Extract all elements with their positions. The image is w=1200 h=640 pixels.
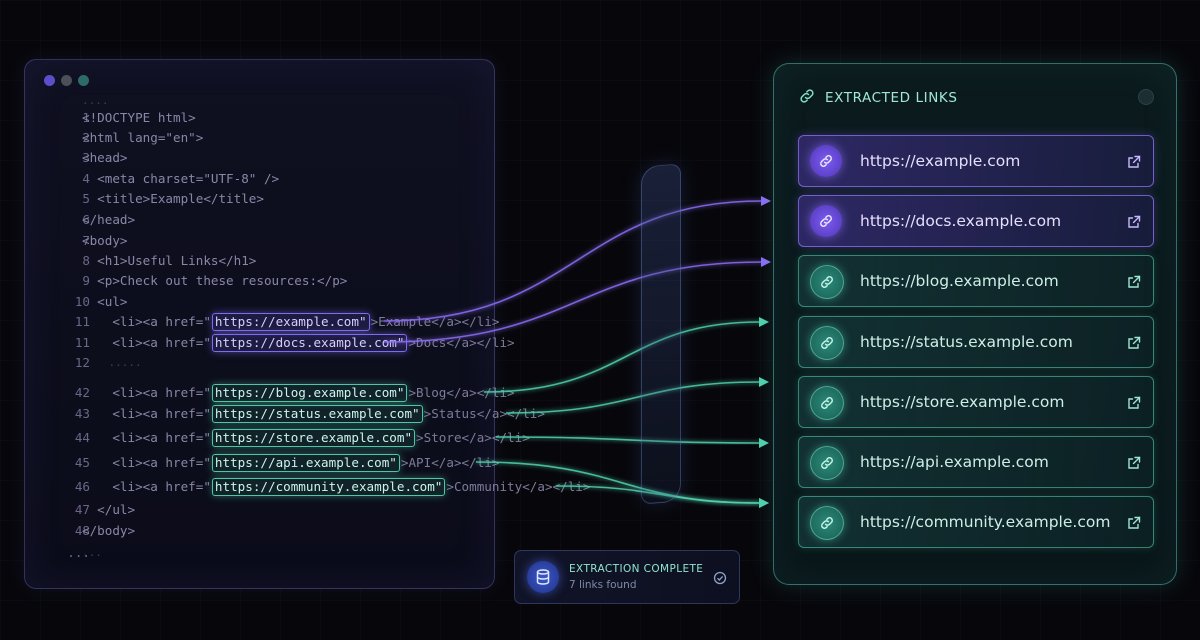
arrowhead-icon [759,377,769,387]
link-icon [810,205,842,237]
arrowhead-icon [759,498,769,508]
external-link-icon[interactable] [1127,274,1141,293]
link-url[interactable]: https://docs.example.com [860,196,1061,246]
link-url[interactable]: https://example.com [860,136,1020,186]
arrowhead-icon [759,317,769,327]
external-link-icon[interactable] [1127,335,1141,354]
link-card[interactable]: https://store.example.com [798,376,1154,428]
extracted-links-panel: EXTRACTED LINKS https://example.com https… [773,63,1177,585]
extraction-status-card: EXTRACTION COMPLETE 7 links found [514,550,740,604]
status-title: EXTRACTION COMPLETE [569,563,704,575]
external-link-icon[interactable] [1127,154,1141,173]
external-link-icon[interactable] [1127,515,1141,534]
extraction-prism [641,163,681,505]
database-icon [527,561,559,593]
link-card[interactable]: https://example.com [798,135,1154,187]
connection-curve [495,436,761,444]
link-card[interactable]: https://blog.example.com [798,255,1154,307]
status-subtitle: 7 links found [569,579,637,591]
link-icon [810,446,844,480]
link-url[interactable]: https://blog.example.com [860,256,1059,306]
link-url[interactable]: https://status.example.com [860,317,1073,367]
panel-status-toggle[interactable] [1138,89,1154,105]
panel-title: EXTRACTED LINKS [825,90,958,106]
link-url[interactable]: https://community.example.com [860,497,1110,547]
external-link-icon[interactable] [1127,455,1141,474]
connection-curve [383,261,763,343]
link-icon [798,87,816,109]
link-card[interactable]: https://api.example.com [798,436,1154,488]
link-url[interactable]: https://api.example.com [860,437,1049,487]
check-icon [713,570,727,589]
link-url[interactable]: https://store.example.com [860,377,1064,427]
arrowhead-icon [761,257,771,267]
link-card[interactable]: https://community.example.com [798,496,1154,548]
link-icon [810,145,842,177]
link-icon [810,506,844,540]
connection-curve [483,321,761,393]
link-card[interactable]: https://docs.example.com [798,195,1154,247]
external-link-icon[interactable] [1127,395,1141,414]
link-icon [810,386,844,420]
arrowhead-icon [761,196,771,206]
link-icon [810,265,844,299]
external-link-icon[interactable] [1127,214,1141,233]
panel-header: EXTRACTED LINKS [798,87,958,109]
connection-curve [475,461,761,504]
link-icon [810,326,844,360]
link-card[interactable]: https://status.example.com [798,316,1154,368]
arrowhead-icon [759,438,769,448]
